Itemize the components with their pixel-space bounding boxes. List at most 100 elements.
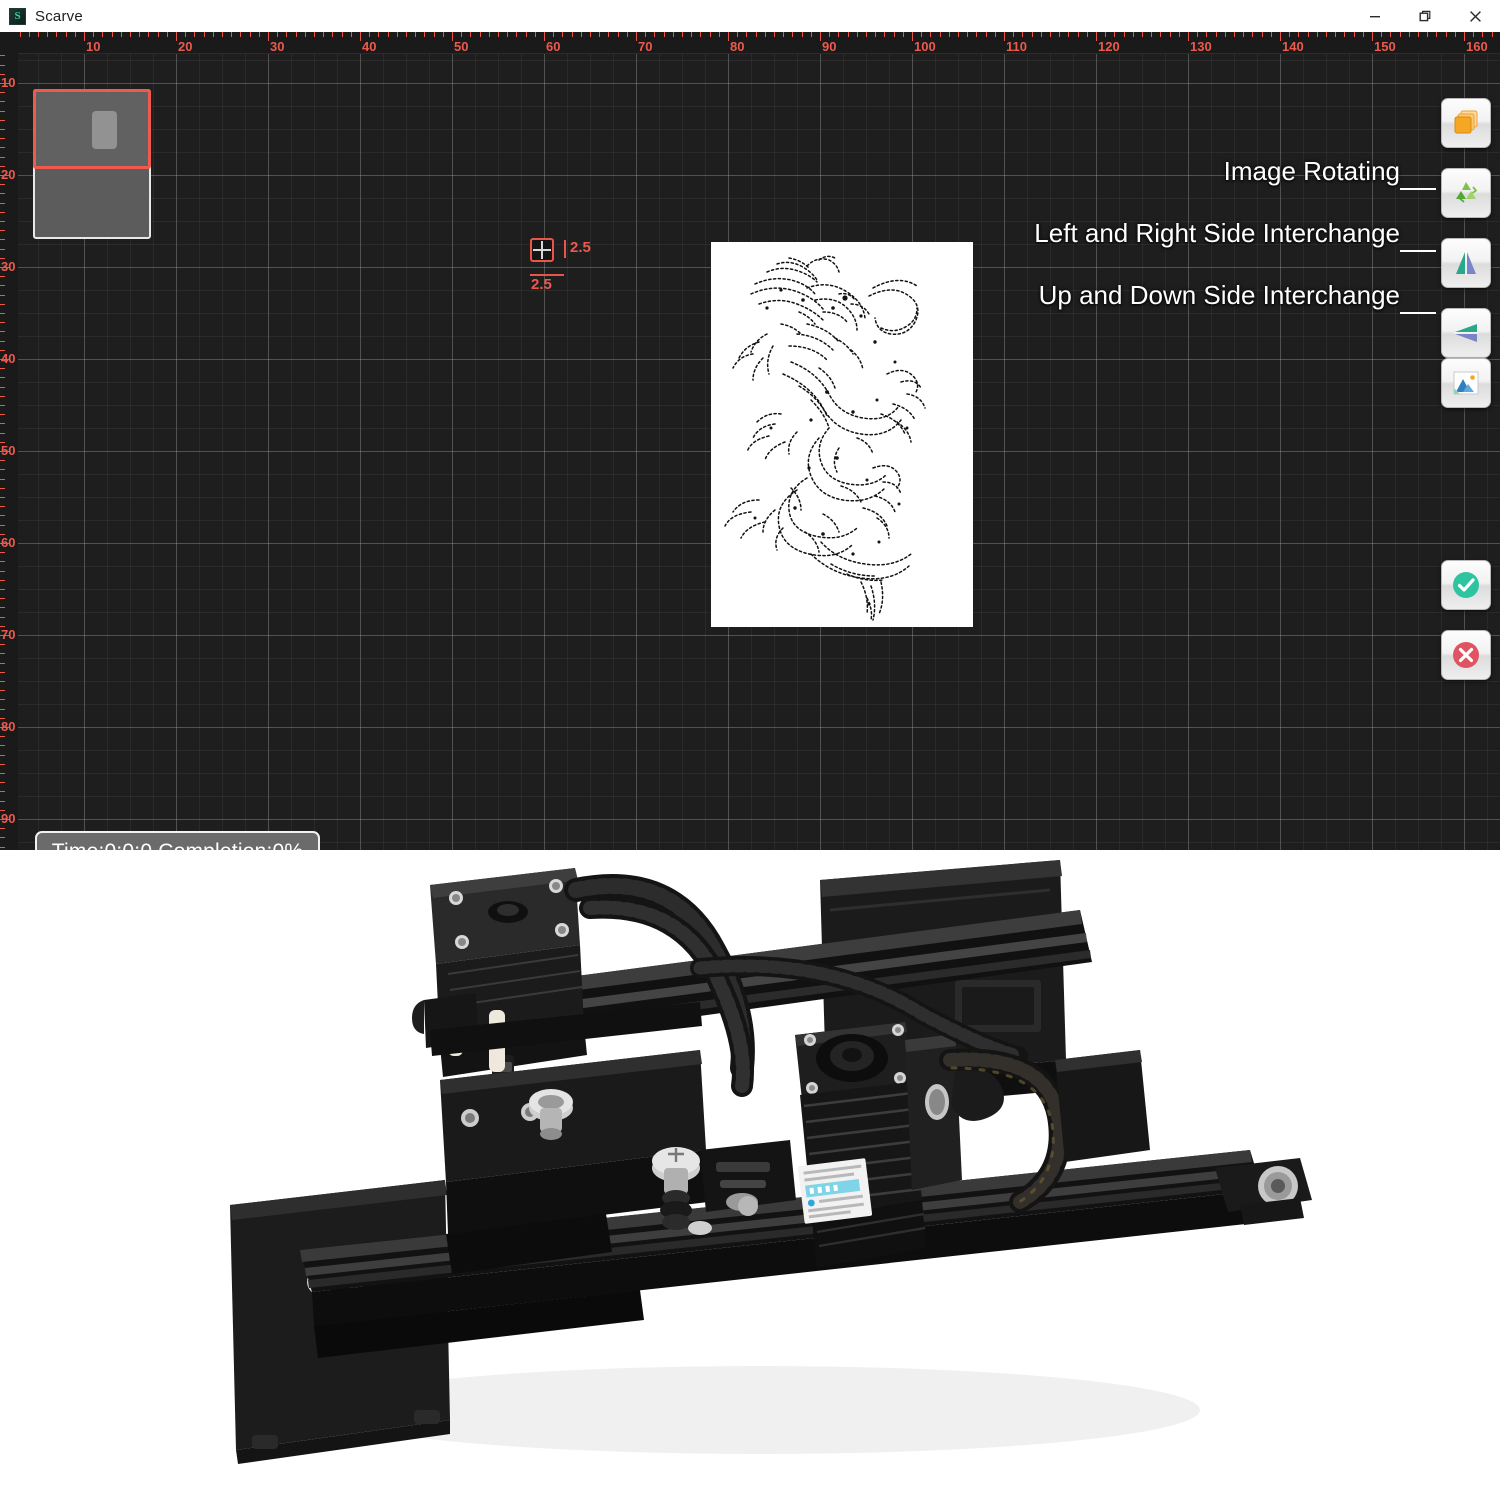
annotation-leader-line-1 <box>1400 188 1436 190</box>
ruler-tick-h <box>277 32 279 37</box>
restore-button[interactable] <box>1400 0 1450 32</box>
left-right-interchange-button[interactable] <box>1441 238 1491 288</box>
workpiece-preview[interactable] <box>33 89 151 239</box>
ruler-tick-v <box>0 644 5 646</box>
ruler-tick-h <box>1298 32 1300 37</box>
ruler-tick-h <box>728 32 729 41</box>
ruler-tick-h <box>258 32 260 37</box>
ruler-tick-h <box>185 32 187 37</box>
ruler-tick-h <box>1142 32 1143 37</box>
ruler-tick-v <box>0 395 5 397</box>
ruler-tick-h <box>820 32 821 41</box>
up-down-interchange-button[interactable] <box>1441 308 1491 358</box>
ruler-tick-h <box>378 32 380 37</box>
screenshot-root: S Scarve 10 20 30 40 50 60 70 80 90 100 … <box>0 0 1500 1500</box>
ruler-tick-v <box>0 487 5 489</box>
ruler-tick-h <box>1390 32 1392 37</box>
engraving-canvas[interactable]: 10 20 30 40 50 60 70 80 90 100 110 120 130 140 150 160 … <box>0 32 1500 850</box>
ruler-tick-h <box>810 32 812 37</box>
ruler-tick-v <box>0 515 5 517</box>
ruler-tick-v <box>0 607 5 609</box>
ruler-tick-h <box>672 32 674 37</box>
ruler-tick-h <box>1169 32 1171 37</box>
ruler-tick-v <box>0 138 5 140</box>
ruler-tick-v <box>0 763 5 765</box>
ruler-tick-v <box>0 524 5 526</box>
cancel-button[interactable] <box>1441 630 1491 680</box>
minimize-button[interactable] <box>1350 0 1400 32</box>
ruler-tick-h <box>599 32 601 37</box>
annotation-leader-line-2 <box>1400 250 1436 252</box>
ruler-tick-v <box>0 221 5 222</box>
ruler-tick-v <box>0 110 5 112</box>
ruler-label-v: 40 <box>1 351 16 366</box>
ruler-tick-h <box>682 32 683 37</box>
ruler-tick-h <box>1344 32 1346 37</box>
ruler-tick-h <box>783 32 785 37</box>
ruler-tick-v <box>0 248 5 250</box>
ruler-tick-h <box>1252 32 1254 37</box>
ruler-tick-h <box>792 32 794 37</box>
ruler-tick-h <box>1381 32 1383 37</box>
ruler-tick-h <box>902 32 904 37</box>
ruler-tick-h <box>1086 32 1088 37</box>
ruler-tick-h <box>65 32 67 37</box>
minimize-icon <box>1370 16 1380 18</box>
ruler-tick-h <box>387 32 389 37</box>
close-button[interactable] <box>1450 0 1500 32</box>
ruler-label-h: 40 <box>362 39 377 54</box>
ruler-tick-h <box>1059 32 1061 37</box>
ruler-tick-h <box>130 32 131 37</box>
ruler-tick-h <box>1031 32 1033 37</box>
ruler-tick-v <box>0 202 5 204</box>
ruler-tick-h <box>19 32 21 37</box>
ruler-tick-h <box>636 32 637 41</box>
picture-effects-button[interactable] <box>1441 358 1491 408</box>
close-icon <box>1469 10 1481 22</box>
ruler-tick-v <box>0 708 5 710</box>
ruler-tick-h <box>921 32 923 37</box>
ruler-tick-h <box>369 32 371 37</box>
ruler-tick-h <box>893 32 895 37</box>
ruler-tick-h <box>645 32 647 37</box>
ruler-tick-h <box>268 32 269 41</box>
dragon-stipple-artwork[interactable] <box>711 242 973 627</box>
ruler-tick-h <box>1178 32 1180 37</box>
annotation-leader-line-3 <box>1400 312 1436 314</box>
ruler-tick-v <box>0 671 5 673</box>
ruler-tick-v <box>0 64 5 66</box>
ruler-tick-h <box>1132 32 1134 37</box>
ruler-tick-h <box>516 32 518 37</box>
ruler-tick-h <box>249 32 251 37</box>
preview-selection-rect[interactable] <box>33 89 151 169</box>
ruler-tick-h <box>553 32 555 37</box>
ruler-tick-h <box>56 32 58 37</box>
ruler-tick-h <box>406 32 407 37</box>
ruler-tick-h <box>304 32 306 37</box>
ruler-tick-v <box>0 211 5 213</box>
ruler-label-h: 10 <box>86 39 101 54</box>
ruler-tick-v <box>0 662 5 664</box>
ruler-tick-h <box>1188 32 1189 41</box>
ruler-tick-h <box>912 32 913 41</box>
ruler-tick-h <box>1399 32 1401 37</box>
ruler-tick-v <box>0 414 5 416</box>
ruler-tick-h <box>396 32 398 37</box>
layers-stack-button[interactable] <box>1441 98 1491 148</box>
ruler-tick-h <box>875 32 877 37</box>
confirm-button[interactable] <box>1441 560 1491 610</box>
ruler-tick-h <box>1050 32 1051 37</box>
ruler-tick-v <box>0 800 5 802</box>
annotation-left-right-interchange: Left and Right Side Interchange <box>1034 218 1400 248</box>
ruler-tick-h <box>286 32 288 37</box>
annotation-image-rotating: Image Rotating <box>1223 156 1400 186</box>
image-rotating-button[interactable] <box>1441 168 1491 218</box>
ruler-label-h: 80 <box>730 39 745 54</box>
ruler-label-h: 120 <box>1098 39 1120 54</box>
laser-engraver-photo <box>0 850 1500 1500</box>
ruler-tick-v <box>0 156 5 158</box>
ruler-tick-h <box>176 32 177 41</box>
ruler-tick-h <box>166 32 168 37</box>
ruler-tick-h <box>1243 32 1245 37</box>
ruler-tick-h <box>930 32 932 37</box>
